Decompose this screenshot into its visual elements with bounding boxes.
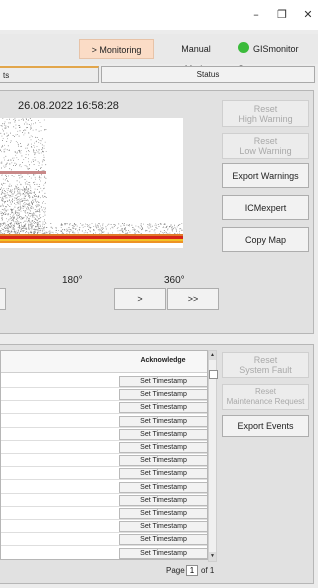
table-row: Set Timestamp (1, 468, 207, 481)
mode-bar: > Monitoring Mode Manual Mode GISmonitor… (0, 34, 318, 75)
select-all-checkbox[interactable] (209, 370, 218, 379)
events-table: Acknowledge Set Timestamp Set Timestamp Se… (0, 350, 208, 560)
set-timestamp-button[interactable]: Set Timestamp (119, 547, 207, 559)
server-status: GISmonitor Server (238, 39, 318, 74)
heat-band-3 (0, 239, 183, 241)
set-timestamp-button[interactable]: Set Timestamp (119, 376, 207, 387)
previous-button[interactable] (0, 288, 6, 310)
tab-warnings[interactable]: ts (0, 66, 99, 83)
map-timestamp: 26.08.2022 16:58:28 (18, 100, 119, 112)
last-button[interactable]: >> (167, 288, 219, 310)
set-timestamp-button[interactable]: Set Timestamp (119, 534, 207, 546)
page-label: Page (166, 566, 185, 575)
set-timestamp-button[interactable]: Set Timestamp (119, 402, 207, 414)
manual-mode-button[interactable]: Manual Mode (170, 39, 222, 74)
next-button[interactable]: > (114, 288, 166, 310)
tab-status[interactable]: Status (101, 66, 315, 83)
table-row: Set Timestamp (1, 455, 207, 468)
set-timestamp-button[interactable]: Set Timestamp (119, 455, 207, 467)
table-row: Set Timestamp (1, 547, 207, 559)
set-timestamp-button[interactable]: Set Timestamp (119, 389, 207, 401)
set-timestamp-button[interactable]: Set Timestamp (119, 428, 207, 440)
thermal-map-graphic (0, 118, 183, 248)
scroll-up-icon[interactable]: ▲ (209, 351, 216, 360)
table-row: Set Timestamp (1, 508, 207, 520)
axis-label-180: 180° (62, 275, 83, 286)
page-total: of 1 (201, 566, 215, 575)
table-row: Set Timestamp (1, 402, 207, 415)
copy-map-button[interactable]: Copy Map (222, 227, 309, 252)
table-row: Set Timestamp (1, 494, 207, 507)
monitoring-mode-button[interactable]: > Monitoring Mode (79, 39, 154, 75)
table-row: Set Timestamp (1, 428, 207, 441)
minimize-icon[interactable]: – (248, 7, 264, 23)
export-events-button[interactable]: Export Events (222, 415, 309, 437)
close-icon[interactable]: ✕ (300, 7, 316, 23)
set-timestamp-button[interactable]: Set Timestamp (119, 415, 207, 427)
table-row: Set Timestamp (1, 521, 207, 534)
heat-band-2 (0, 236, 183, 239)
thermal-map (0, 118, 183, 248)
table-row: Set Timestamp (1, 481, 207, 494)
table-row: Set Timestamp (1, 442, 207, 454)
set-timestamp-button[interactable]: Set Timestamp (119, 481, 207, 493)
axis-label-360: 360° (164, 275, 185, 286)
reset-high-warning-button[interactable]: Reset High Warning (222, 100, 309, 127)
tab-strip: ts Status (0, 66, 318, 83)
export-warnings-button[interactable]: Export Warnings (222, 163, 309, 188)
table-row: Set Timestamp (1, 376, 207, 388)
reset-low-warning-button[interactable]: Reset Low Warning (222, 133, 309, 159)
scroll-down-icon[interactable]: ▼ (209, 552, 216, 561)
heat-band-4 (0, 241, 183, 243)
table-row: Set Timestamp (1, 415, 207, 428)
set-timestamp-button[interactable]: Set Timestamp (119, 442, 207, 453)
heat-band-1 (0, 234, 183, 236)
reset-system-fault-button[interactable]: Reset System Fault (222, 352, 309, 378)
set-timestamp-button[interactable]: Set Timestamp (119, 508, 207, 519)
reset-maintenance-request-button[interactable]: Reset Maintenance Request (222, 384, 309, 410)
page-number-input[interactable]: 1 (186, 565, 198, 576)
set-timestamp-button[interactable]: Set Timestamp (119, 468, 207, 480)
icmexpert-button[interactable]: ICMexpert (222, 195, 309, 220)
table-row: Set Timestamp (1, 389, 207, 402)
server-status-icon (238, 42, 249, 53)
maximize-icon[interactable]: ❐ (274, 7, 290, 23)
acknowledge-column-header: Acknowledge (140, 357, 186, 364)
events-table-header: Acknowledge (1, 351, 207, 373)
app-window: – ❐ ✕ > Monitoring Mode Manual Mode GISm… (0, 0, 318, 588)
table-row: Set Timestamp (1, 534, 207, 547)
set-timestamp-button[interactable]: Set Timestamp (119, 494, 207, 506)
high-warning-band (0, 171, 46, 174)
events-scrollbar[interactable]: ▲ ▼ (208, 350, 217, 562)
set-timestamp-button[interactable]: Set Timestamp (119, 521, 207, 533)
title-bar: – ❐ ✕ (0, 0, 318, 30)
